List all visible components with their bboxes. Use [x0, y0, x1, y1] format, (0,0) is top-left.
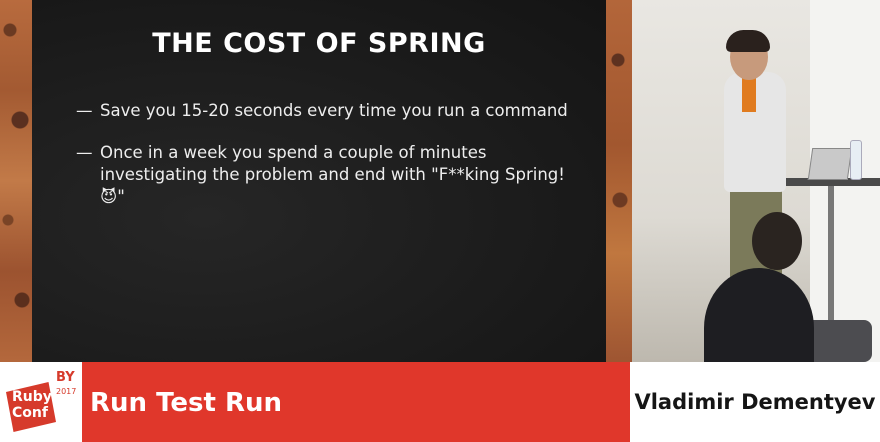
camera-table-leg — [828, 186, 834, 326]
audience-member-body — [704, 268, 814, 362]
speaker-camera-feed — [632, 0, 880, 362]
slide-bullet-list: — Save you 15-20 seconds every time you … — [76, 100, 576, 228]
speaker-name: Vladimir Dementyev — [634, 390, 876, 414]
speaker-name-box: Vladimir Dementyev — [630, 362, 880, 442]
slide-bullet: — Save you 15-20 seconds every time you … — [76, 100, 576, 122]
bullet-dash: — — [76, 101, 93, 120]
speaker-lanyard — [742, 78, 756, 112]
logo-text-conf: Conf — [12, 405, 48, 421]
camera-bottle — [850, 140, 862, 180]
speaker-hair — [726, 30, 770, 52]
left-decorative-border — [0, 0, 32, 362]
slide-title: THE COST OF SPRING — [152, 28, 486, 59]
camera-laptop — [807, 148, 853, 180]
talk-title-bar: Run Test Run — [82, 362, 630, 442]
video-frame: THE COST OF SPRING — Save you 15-20 seco… — [0, 0, 880, 442]
middle-decorative-border — [606, 0, 632, 362]
slide-bullet: — Once in a week you spend a couple of m… — [76, 142, 576, 208]
logo-year: 2017 — [56, 387, 77, 396]
presentation-slide: THE COST OF SPRING — Save you 15-20 seco… — [32, 0, 606, 362]
logo-text-ruby: Ruby — [12, 389, 52, 405]
audience-member-head — [752, 212, 802, 270]
logo-badge: BY — [56, 370, 75, 385]
bullet-dash: — — [76, 143, 93, 162]
lower-third-banner: Ruby Conf BY 2017 Run Test Run Vladimir … — [0, 362, 880, 442]
bullet-text: Save you 15-20 seconds every time you ru… — [100, 101, 568, 120]
bullet-text: Once in a week you spend a couple of min… — [100, 143, 565, 206]
rubyconf-logo: Ruby Conf BY 2017 — [0, 362, 82, 442]
talk-title: Run Test Run — [90, 388, 283, 418]
